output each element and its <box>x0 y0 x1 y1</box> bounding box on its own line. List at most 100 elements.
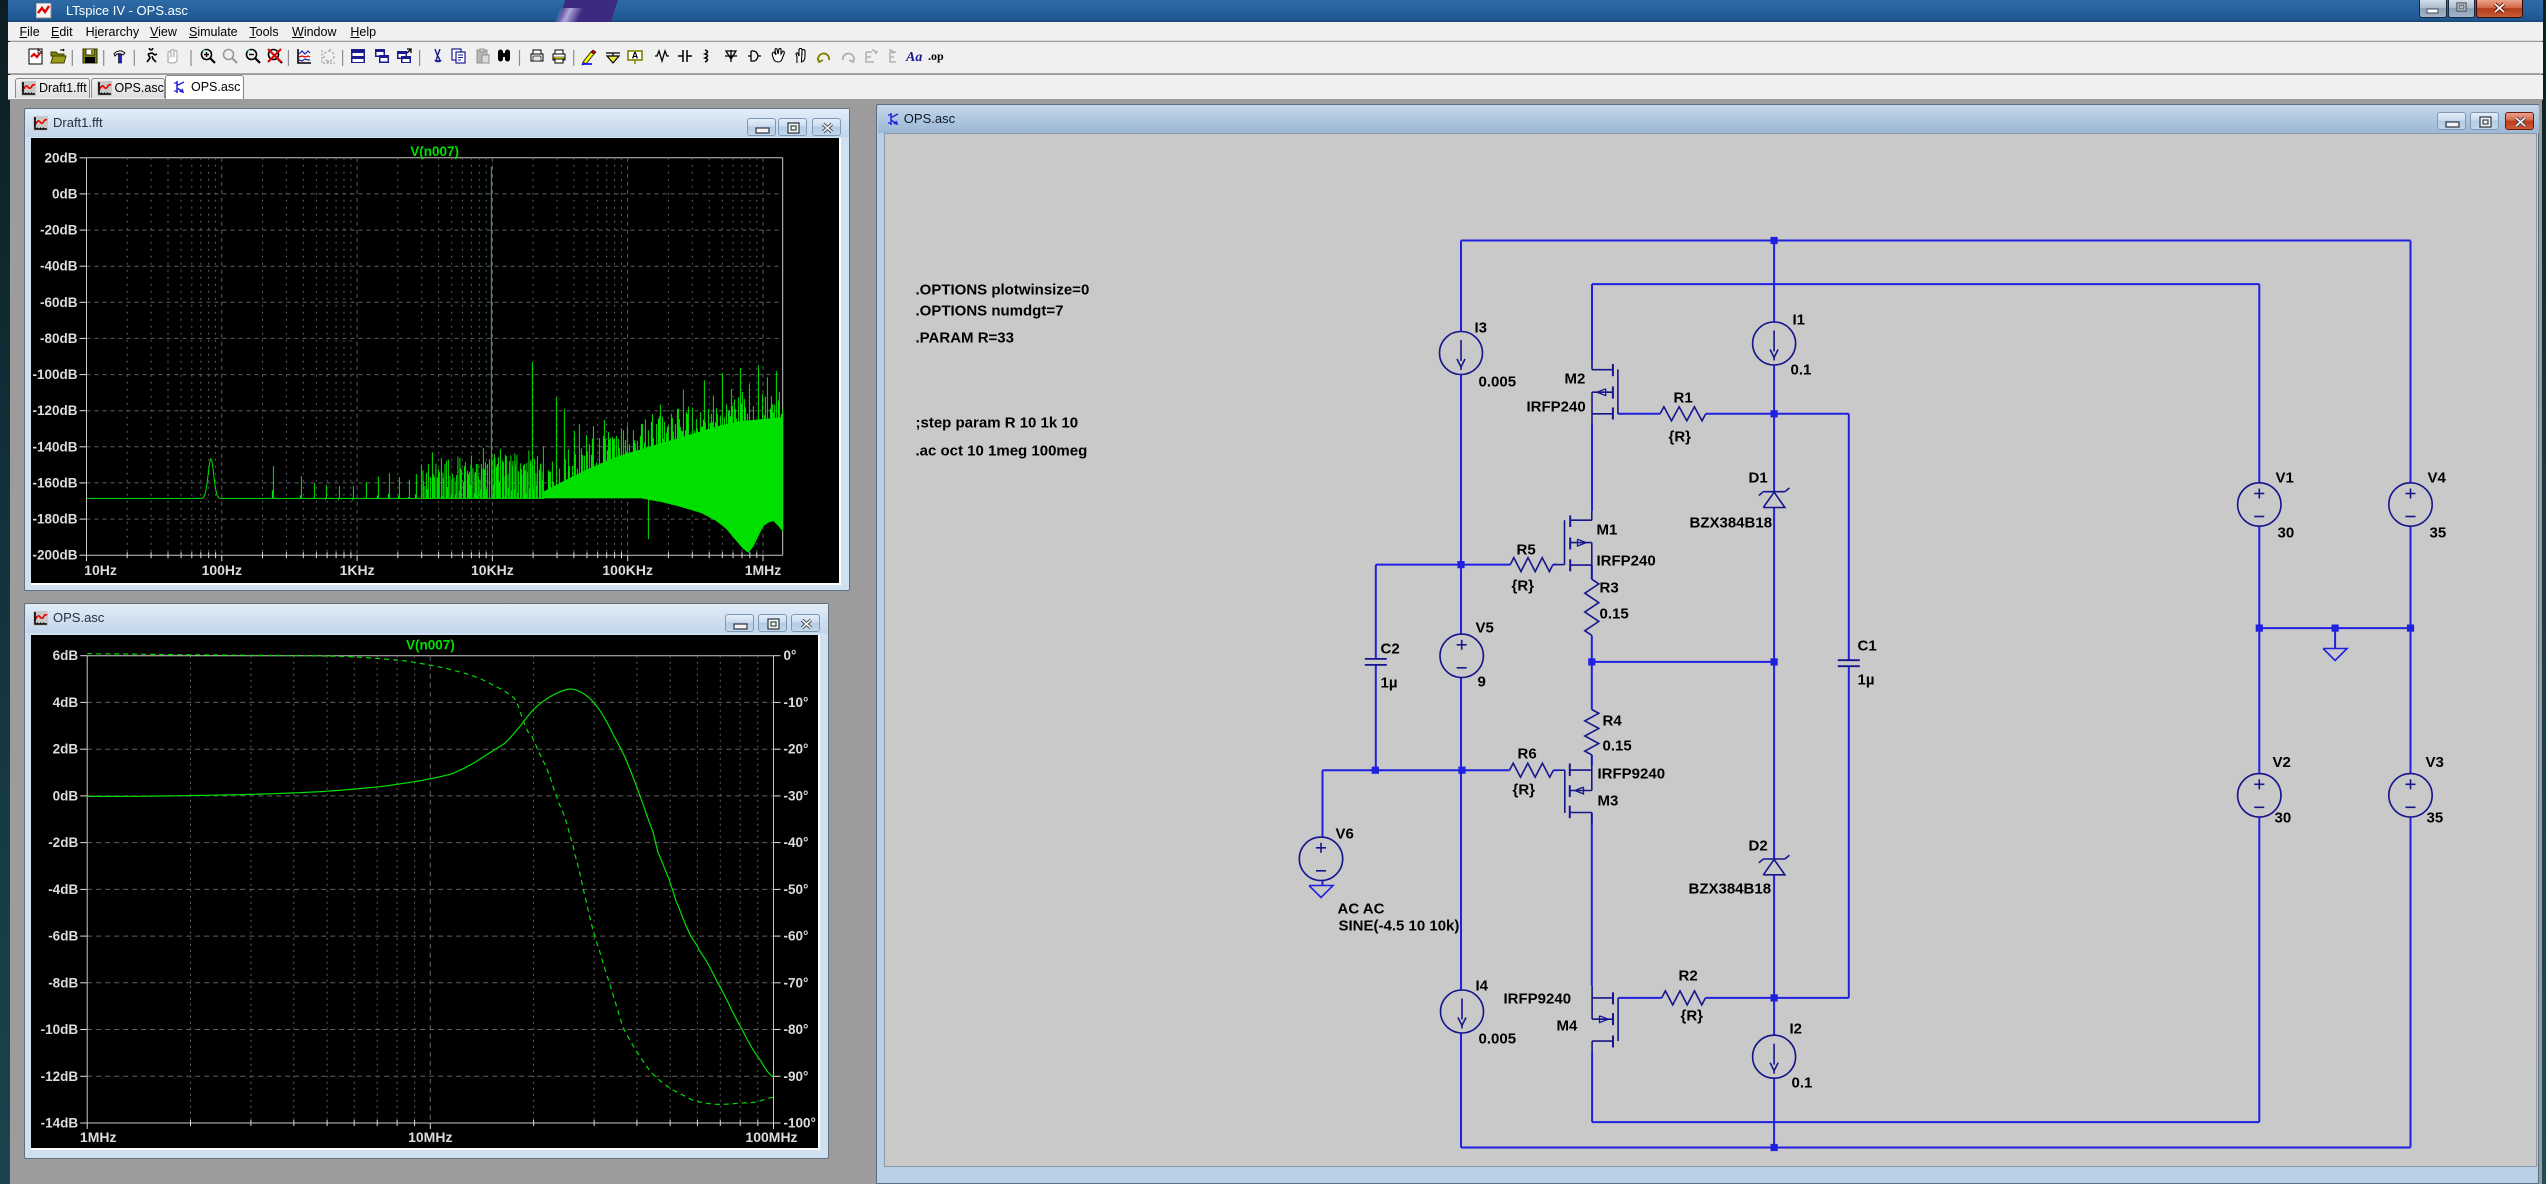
svg-text:-120dB: -120dB <box>32 403 77 418</box>
svg-text:9: 9 <box>1478 674 1486 691</box>
svg-text:-140dB: -140dB <box>32 440 77 455</box>
svg-text:30: 30 <box>2278 525 2295 542</box>
svg-text:IRFP240: IRFP240 <box>1527 399 1586 416</box>
svg-text:-80°: -80° <box>784 1022 809 1037</box>
svg-text:V(n007): V(n007) <box>406 638 455 653</box>
svg-text:I3: I3 <box>1475 320 1488 337</box>
svg-text:30: 30 <box>2275 810 2292 827</box>
svg-text:100Hz: 100Hz <box>201 562 241 578</box>
svg-text:M4: M4 <box>1557 1018 1578 1035</box>
svg-text:-180dB: -180dB <box>32 512 77 527</box>
svg-text:-10°: -10° <box>784 695 809 710</box>
svg-text:4dB: 4dB <box>53 695 79 710</box>
svg-text:1µ: 1µ <box>1381 675 1398 692</box>
svg-text:AC AC: AC AC <box>1338 901 1385 918</box>
svg-text:-80dB: -80dB <box>40 331 78 346</box>
svg-text:-14dB: -14dB <box>41 1115 79 1130</box>
svg-text:-10dB: -10dB <box>41 1022 79 1037</box>
svg-text:A: A <box>632 51 639 61</box>
svg-text:V(n007): V(n007) <box>410 144 459 159</box>
svg-text:35: 35 <box>2430 525 2447 542</box>
svg-text:-100dB: -100dB <box>32 367 77 382</box>
svg-text:R5: R5 <box>1517 542 1536 559</box>
svg-text:-12dB: -12dB <box>41 1069 79 1084</box>
svg-text:-20dB: -20dB <box>40 223 78 238</box>
svg-text:{R}: {R} <box>1681 1008 1704 1025</box>
svg-text:10KHz: 10KHz <box>471 562 514 578</box>
svg-text:.PARAM R=33: .PARAM R=33 <box>916 330 1015 347</box>
svg-text:{R}: {R} <box>1669 429 1692 446</box>
svg-text:IRFP9240: IRFP9240 <box>1504 991 1572 1008</box>
svg-text:V5: V5 <box>1476 620 1494 637</box>
svg-text:I4: I4 <box>1476 978 1489 995</box>
svg-text:{R}: {R} <box>1512 578 1535 595</box>
svg-text:V6: V6 <box>1336 826 1354 843</box>
svg-text:0.1: 0.1 <box>1791 362 1812 379</box>
svg-text:-40°: -40° <box>784 835 809 850</box>
svg-text:-30°: -30° <box>784 788 809 803</box>
svg-text:M2: M2 <box>1565 371 1586 388</box>
svg-text:.ac oct 10 1meg 100meg: .ac oct 10 1meg 100meg <box>916 443 1088 460</box>
svg-text:0°: 0° <box>784 648 797 663</box>
svg-text:R2: R2 <box>1679 968 1698 985</box>
svg-text:-4dB: -4dB <box>48 882 78 897</box>
svg-text:-160dB: -160dB <box>32 476 77 491</box>
svg-text:-60dB: -60dB <box>40 295 78 310</box>
svg-text:.OPTIONS plotwinsize=0: .OPTIONS plotwinsize=0 <box>916 282 1090 299</box>
svg-text:V2: V2 <box>2273 754 2291 771</box>
svg-text:C1: C1 <box>1858 638 1877 655</box>
svg-text:-6dB: -6dB <box>48 928 78 943</box>
svg-text:BZX384B18: BZX384B18 <box>1690 515 1773 532</box>
svg-text:2dB: 2dB <box>53 742 79 757</box>
svg-text:1µ: 1µ <box>1858 672 1875 689</box>
svg-text:.OPTIONS numdgt=7: .OPTIONS numdgt=7 <box>916 303 1064 320</box>
svg-text:;step param R 10 1k 10: ;step param R 10 1k 10 <box>916 415 1079 432</box>
svg-text:R3: R3 <box>1600 580 1619 597</box>
svg-text:100MHz: 100MHz <box>745 1129 797 1145</box>
svg-text:BZX384B18: BZX384B18 <box>1689 881 1772 898</box>
svg-text:1MHz: 1MHz <box>744 562 781 578</box>
svg-text:-200dB: -200dB <box>32 548 77 563</box>
svg-text:V1: V1 <box>2276 470 2294 487</box>
svg-text:-70°: -70° <box>784 975 809 990</box>
svg-text:SINE(-4.5 10 10k): SINE(-4.5 10 10k) <box>1339 918 1460 935</box>
svg-text:-2dB: -2dB <box>48 835 78 850</box>
svg-text:6dB: 6dB <box>53 648 79 663</box>
svg-text:R4: R4 <box>1603 713 1623 730</box>
svg-text:-50°: -50° <box>784 882 809 897</box>
svg-text:0dB: 0dB <box>52 187 78 202</box>
svg-text:0.15: 0.15 <box>1600 606 1629 623</box>
svg-text:-8dB: -8dB <box>48 975 78 990</box>
svg-text:D2: D2 <box>1749 838 1768 855</box>
svg-text:I2: I2 <box>1790 1021 1803 1038</box>
svg-text:100KHz: 100KHz <box>602 562 653 578</box>
svg-text:C2: C2 <box>1381 641 1400 658</box>
svg-text:D1: D1 <box>1749 470 1768 487</box>
svg-text:M1: M1 <box>1597 522 1618 539</box>
svg-text:1KHz: 1KHz <box>339 562 374 578</box>
svg-text:20dB: 20dB <box>44 151 77 166</box>
svg-text:V4: V4 <box>2428 470 2447 487</box>
svg-text:10Hz: 10Hz <box>84 562 117 578</box>
svg-text:V3: V3 <box>2426 754 2444 771</box>
svg-text:Aa: Aa <box>905 50 922 65</box>
svg-text:10MHz: 10MHz <box>408 1129 452 1145</box>
svg-text:1MHz: 1MHz <box>80 1129 117 1145</box>
svg-text:-90°: -90° <box>784 1069 809 1084</box>
svg-text:{R}: {R} <box>1513 782 1536 799</box>
svg-text:0.005: 0.005 <box>1479 374 1517 391</box>
svg-text:IRFP9240: IRFP9240 <box>1598 766 1666 783</box>
svg-text:0dB: 0dB <box>53 788 79 803</box>
svg-text:.op: .op <box>928 49 944 63</box>
svg-text:-60°: -60° <box>784 928 809 943</box>
svg-text:IRFP240: IRFP240 <box>1597 553 1656 570</box>
svg-text:35: 35 <box>2427 810 2444 827</box>
svg-text:0.15: 0.15 <box>1603 738 1632 755</box>
svg-text:R1: R1 <box>1674 390 1693 407</box>
svg-text:0.1: 0.1 <box>1792 1075 1813 1092</box>
svg-text:0.005: 0.005 <box>1479 1031 1517 1048</box>
svg-text:M3: M3 <box>1598 793 1619 810</box>
svg-text:-40dB: -40dB <box>40 259 78 274</box>
svg-text:I1: I1 <box>1793 312 1806 329</box>
svg-text:R6: R6 <box>1518 746 1537 763</box>
